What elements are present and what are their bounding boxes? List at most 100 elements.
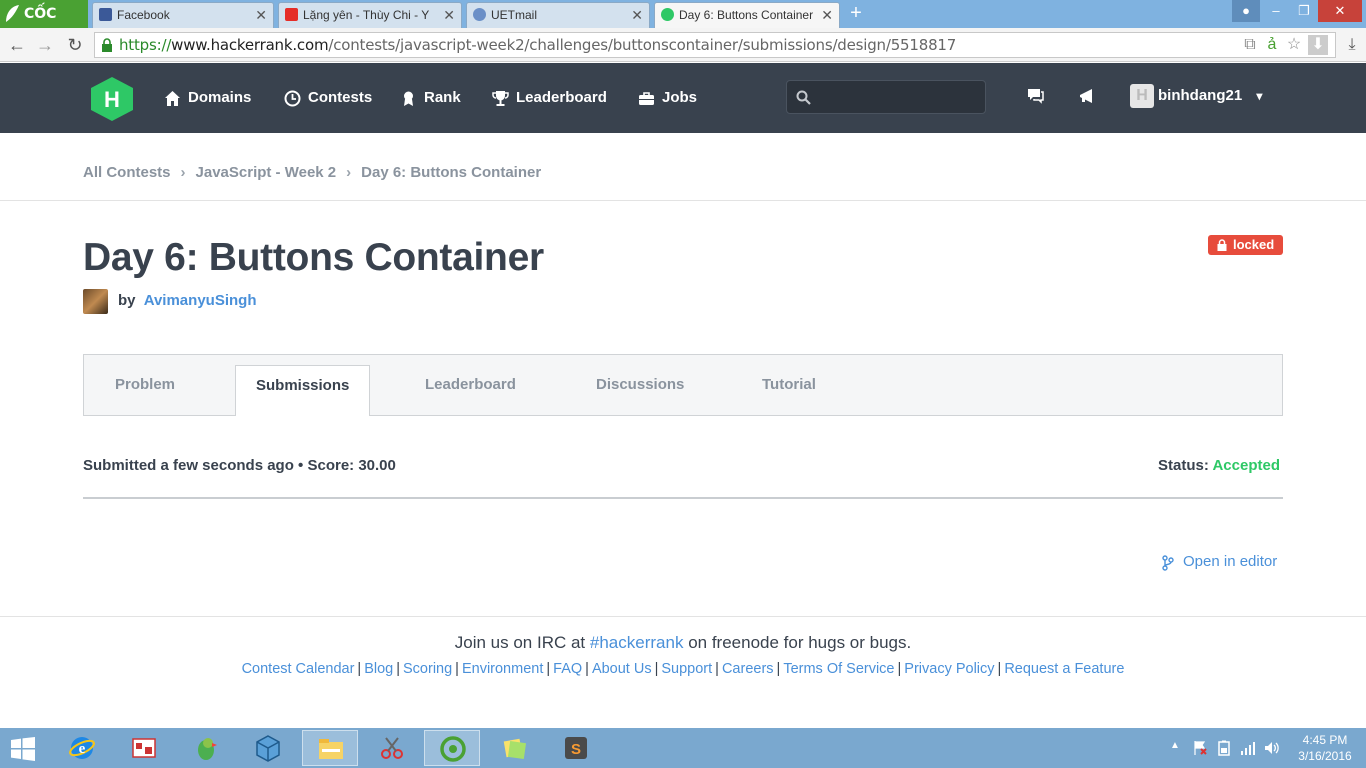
trophy-icon xyxy=(492,91,509,106)
site-header: H Domains Contests Rank Leaderboard Jobs… xyxy=(0,63,1366,133)
coccoc-logo[interactable]: CỐC CỐC xyxy=(0,0,88,50)
windows-start-icon[interactable] xyxy=(10,736,36,762)
nav-rank[interactable]: Rank xyxy=(400,63,461,133)
youtube-icon xyxy=(285,8,298,21)
sublime-text-icon: S xyxy=(565,737,587,759)
nav-jobs[interactable]: Jobs xyxy=(638,63,697,133)
footer-link[interactable]: Blog xyxy=(364,661,393,677)
tab-tutorial[interactable]: Tutorial xyxy=(762,355,816,415)
hackerrank-logo[interactable]: H xyxy=(90,76,134,122)
dictionary-icon[interactable]: ả xyxy=(1262,35,1282,55)
svg-text:e: e xyxy=(79,741,86,757)
action-center-flag-icon[interactable] xyxy=(1192,740,1208,756)
close-icon[interactable]: ✕ xyxy=(255,3,267,27)
url-input[interactable]: https://www.hackerrank.com/contests/java… xyxy=(94,32,1336,58)
back-arrow-icon[interactable]: ← xyxy=(6,34,28,56)
downloads-icon[interactable]: ⤓ xyxy=(1342,35,1362,55)
footer-separator: | xyxy=(654,661,659,677)
close-icon[interactable]: ✕ xyxy=(443,3,455,27)
chevron-right-icon: › xyxy=(346,164,352,181)
network-signal-icon[interactable] xyxy=(1240,740,1256,756)
mail-icon xyxy=(473,8,486,21)
taskbar-internet-explorer[interactable]: e xyxy=(54,730,110,766)
footer-link[interactable]: About Us xyxy=(592,661,652,677)
author-link[interactable]: AvimanyuSingh xyxy=(144,292,257,309)
search-input[interactable] xyxy=(786,80,986,114)
clock-time: 4:45 PM xyxy=(1302,733,1348,747)
new-tab-button[interactable]: + xyxy=(846,3,866,23)
divider xyxy=(83,497,1283,499)
clock-icon xyxy=(284,90,301,107)
tab-problem[interactable]: Problem xyxy=(115,355,175,415)
restore-button[interactable]: ❐ xyxy=(1290,0,1318,22)
taskbar-coccoc-browser[interactable] xyxy=(424,730,480,766)
leaf-icon xyxy=(6,5,19,22)
footer-link[interactable]: Scoring xyxy=(403,661,452,677)
tray-chevron-up-icon[interactable]: ▲ xyxy=(1170,740,1186,756)
footer-link[interactable]: Environment xyxy=(462,661,543,677)
tab-title: Facebook xyxy=(117,8,170,22)
status-badge: Accepted xyxy=(1212,457,1280,474)
taskbar-unikey[interactable] xyxy=(116,730,172,766)
messages-icon[interactable] xyxy=(1024,85,1046,107)
footer-link[interactable]: Terms Of Service xyxy=(783,661,894,677)
taskbar-virtualbox[interactable] xyxy=(240,730,296,766)
notifications-icon[interactable] xyxy=(1076,85,1098,107)
facebook-icon xyxy=(99,8,112,21)
taskbar-sticky-notes[interactable] xyxy=(486,730,542,766)
footer-separator: | xyxy=(396,661,400,677)
browser-tab-hackerrank[interactable]: Day 6: Buttons Container ✕ xyxy=(654,2,840,28)
tab-submissions[interactable]: Submissions xyxy=(235,365,371,416)
star-icon[interactable]: ☆ xyxy=(1284,35,1304,55)
open-in-editor-link[interactable]: Open in editor xyxy=(1160,553,1277,571)
nav-leaderboard[interactable]: Leaderboard xyxy=(492,63,607,133)
volume-icon[interactable] xyxy=(1264,740,1280,756)
author-avatar xyxy=(83,289,108,314)
user-menu[interactable]: H binhdang21 ▾ xyxy=(1130,83,1262,111)
taskbar-snipping-tool[interactable] xyxy=(364,730,420,766)
irc-note: Join us on IRC at #hackerrank on freenod… xyxy=(0,633,1366,653)
footer-separator: | xyxy=(357,661,362,677)
minimize-button[interactable]: – xyxy=(1262,0,1290,22)
medal-icon xyxy=(404,91,413,106)
footer-link[interactable]: FAQ xyxy=(553,661,582,677)
taskbar-sublime-text[interactable]: S xyxy=(548,730,604,766)
footer-link[interactable]: Contest Calendar xyxy=(242,661,355,677)
close-icon[interactable]: ✕ xyxy=(631,3,643,27)
reload-icon[interactable]: ↻ xyxy=(64,34,86,56)
close-icon[interactable]: ✕ xyxy=(821,3,833,27)
nav-domains[interactable]: Domains xyxy=(164,63,251,133)
coccoc-icon xyxy=(440,736,466,762)
close-window-button[interactable]: ✕ xyxy=(1318,0,1362,22)
virtualbox-icon xyxy=(256,735,280,762)
footer-link[interactable]: Careers xyxy=(722,661,774,677)
unikey-icon xyxy=(132,738,156,758)
browser-tab-facebook[interactable]: Facebook ✕ xyxy=(92,2,274,28)
breadcrumb-all-contests[interactable]: All Contests xyxy=(83,164,171,181)
briefcase-icon xyxy=(639,92,654,105)
taskbar-file-explorer[interactable] xyxy=(302,730,358,766)
translate-icon[interactable]: ⧉ xyxy=(1240,35,1260,55)
browser-tab-youtube[interactable]: Lặng yên - Thùy Chi - Y ✕ xyxy=(278,2,462,28)
breadcrumb-challenge[interactable]: Day 6: Buttons Container xyxy=(361,164,541,181)
browser-tab-uetmail[interactable]: UETmail ✕ xyxy=(466,2,650,28)
system-clock[interactable]: 4:45 PM 3/16/2016 xyxy=(1290,732,1360,764)
tab-discussions[interactable]: Discussions xyxy=(596,355,684,415)
nav-contests[interactable]: Contests xyxy=(284,63,372,133)
forward-arrow-icon[interactable]: → xyxy=(34,34,56,56)
profile-icon[interactable]: ● xyxy=(1232,0,1260,22)
chevron-down-icon: ▾ xyxy=(1256,89,1263,103)
footer-link[interactable]: Request a Feature xyxy=(1004,661,1124,677)
irc-channel-link[interactable]: #hackerrank xyxy=(590,633,684,652)
tab-leaderboard[interactable]: Leaderboard xyxy=(425,355,516,415)
url-path: /contests/javascript-week2/challenges/bu… xyxy=(328,36,957,54)
footer-link[interactable]: Privacy Policy xyxy=(904,661,994,677)
taskbar-parrot-app[interactable] xyxy=(178,730,234,766)
avatar: H xyxy=(1130,84,1154,108)
download-icon[interactable]: ⬇ xyxy=(1308,35,1328,55)
footer-link[interactable]: Support xyxy=(661,661,712,677)
nav-label: Leaderboard xyxy=(516,89,607,106)
locked-badge: locked xyxy=(1208,235,1283,255)
battery-icon[interactable] xyxy=(1216,740,1232,756)
breadcrumb-contest[interactable]: JavaScript - Week 2 xyxy=(196,164,337,181)
